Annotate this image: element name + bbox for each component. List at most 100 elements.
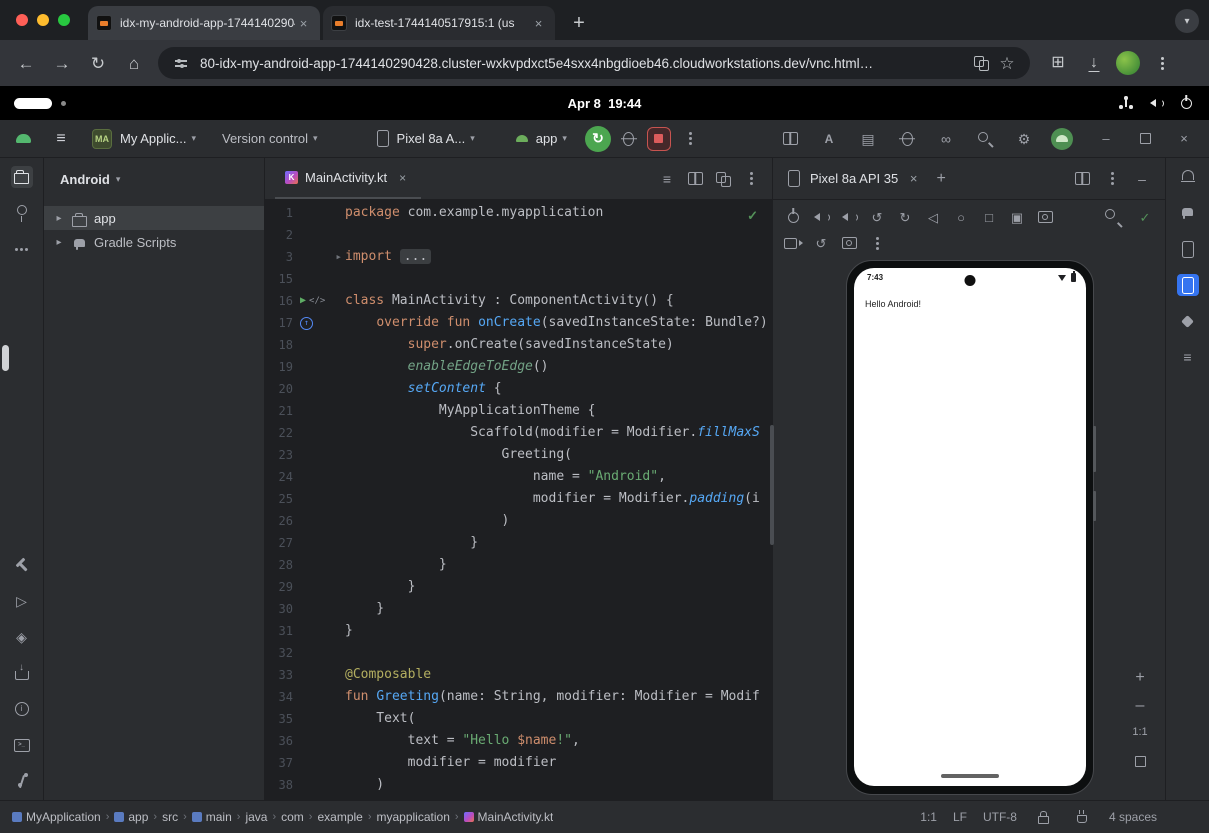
code-line-37[interactable]: 37 modifier = modifier bbox=[265, 752, 772, 774]
breadcrumb-src[interactable]: src bbox=[162, 810, 178, 824]
browser-tab-1[interactable]: idx-my-android-app-1744140290428 × bbox=[88, 6, 320, 40]
profile-avatar[interactable] bbox=[1116, 51, 1140, 75]
reload-icon[interactable]: ↻ bbox=[82, 47, 114, 79]
encoding[interactable]: UTF-8 bbox=[983, 810, 1017, 824]
breadcrumb-app[interactable]: app bbox=[114, 810, 148, 824]
expand-icon[interactable]: ▸ bbox=[54, 237, 64, 248]
plug-icon[interactable] bbox=[1071, 806, 1093, 828]
project-selector[interactable]: My Applic...▾ bbox=[120, 131, 196, 146]
code-line-19[interactable]: 19 enableEdgeToEdge() bbox=[265, 356, 772, 378]
close-button[interactable]: × bbox=[1173, 128, 1195, 150]
code-line-32[interactable]: 32 bbox=[265, 642, 772, 664]
code-line-18[interactable]: 18 super.onCreate(savedInstanceState) bbox=[265, 334, 772, 356]
vcs-selector[interactable]: Version control▾ bbox=[222, 131, 318, 146]
code-line-21[interactable]: 21 MyApplicationTheme { bbox=[265, 400, 772, 422]
new-tab-button[interactable]: + bbox=[565, 9, 593, 37]
structure-icon[interactable]: ≡ bbox=[1177, 346, 1199, 368]
browser-tab-2[interactable]: idx-test-1744140517915:1 (us × bbox=[323, 6, 555, 40]
snapshot-icon[interactable] bbox=[837, 231, 861, 255]
layout-options-icon[interactable] bbox=[1071, 168, 1093, 190]
expand-icon[interactable]: ▸ bbox=[54, 213, 64, 224]
build-icon[interactable] bbox=[11, 662, 33, 684]
back-icon[interactable]: ← bbox=[10, 47, 42, 79]
more-actions-icon[interactable] bbox=[680, 128, 702, 150]
settings-icon[interactable]: ⚙ bbox=[1013, 128, 1035, 150]
rotate-right-icon[interactable]: ↻ bbox=[893, 205, 917, 229]
device-mirroring-icon[interactable]: ∞ bbox=[935, 128, 957, 150]
logcat-icon[interactable]: ▤ bbox=[857, 128, 879, 150]
code-line-25[interactable]: 25 modifier = Modifier.padding(i bbox=[265, 488, 772, 510]
device-manager-icon[interactable] bbox=[1177, 238, 1199, 260]
close-tab-icon[interactable]: × bbox=[905, 170, 922, 187]
live-edit-icon[interactable]: A bbox=[818, 128, 840, 150]
breadcrumb-main[interactable]: main bbox=[192, 810, 232, 824]
code-line-3[interactable]: 3▸import ... bbox=[265, 246, 772, 268]
code-line-23[interactable]: 23 Greeting( bbox=[265, 444, 772, 466]
zoom-out-button[interactable]: – bbox=[1136, 698, 1145, 714]
readonly-icon[interactable] bbox=[1033, 806, 1055, 828]
editor-list-icon[interactable]: ≡ bbox=[656, 168, 678, 190]
code-line-16[interactable]: 16▶</>class MainActivity : ComponentActi… bbox=[265, 290, 772, 312]
code-line-36[interactable]: 36 text = "Hello $name!", bbox=[265, 730, 772, 752]
project-view-selector[interactable]: Android ▾ bbox=[44, 158, 264, 200]
more-icon[interactable] bbox=[740, 168, 762, 190]
minimize-button[interactable]: – bbox=[1095, 128, 1117, 150]
preview-gutter-icon[interactable]: </> bbox=[309, 290, 325, 312]
tree-item-app[interactable]: ▸app bbox=[44, 206, 264, 230]
close-button[interactable] bbox=[16, 14, 28, 26]
breadcrumb-com[interactable]: com bbox=[281, 810, 304, 824]
indent-style[interactable]: 4 spaces bbox=[1109, 810, 1157, 824]
run-gutter-icon[interactable]: ▶ bbox=[300, 290, 306, 312]
tree-item-gradle-scripts[interactable]: ▸Gradle Scripts bbox=[44, 230, 264, 254]
problems-icon[interactable] bbox=[11, 698, 33, 720]
fold-region-icon[interactable]: ▸ bbox=[335, 246, 342, 268]
forward-icon[interactable]: → bbox=[46, 47, 78, 79]
more-tool-windows-icon[interactable] bbox=[11, 238, 33, 260]
maximize-button[interactable] bbox=[1134, 128, 1156, 150]
override-gutter-icon[interactable]: ↑ bbox=[300, 317, 313, 330]
more-icon[interactable] bbox=[1101, 168, 1123, 190]
home-icon[interactable]: ⌂ bbox=[118, 47, 150, 79]
breadcrumb-myapplication[interactable]: MyApplication bbox=[12, 810, 101, 824]
build-variants-icon[interactable] bbox=[11, 554, 33, 576]
commit-icon[interactable] bbox=[11, 202, 33, 224]
code-line-29[interactable]: 29 } bbox=[265, 576, 772, 598]
editor-tab-mainactivity[interactable]: K MainActivity.kt × bbox=[275, 158, 421, 199]
code-line-17[interactable]: 17↑ override fun onCreate(savedInstanceS… bbox=[265, 312, 772, 334]
code-line-31[interactable]: 31} bbox=[265, 620, 772, 642]
site-info-icon[interactable] bbox=[170, 52, 192, 74]
breadcrumb-example[interactable]: example bbox=[317, 810, 362, 824]
debug-button[interactable] bbox=[618, 128, 640, 150]
code-line-24[interactable]: 24 name = "Android", bbox=[265, 466, 772, 488]
code-line-2[interactable]: 2 bbox=[265, 224, 772, 246]
zoom-mode-icon[interactable] bbox=[1101, 205, 1125, 229]
minimize-button[interactable] bbox=[37, 14, 49, 26]
stop-button[interactable] bbox=[647, 127, 671, 151]
add-device-button[interactable]: + bbox=[930, 168, 952, 190]
emulator-screen[interactable]: 7:43 Hello Android! bbox=[854, 268, 1086, 786]
volume-up-icon[interactable] bbox=[809, 205, 833, 229]
snapshot-restore-icon[interactable]: ↺ bbox=[809, 231, 833, 255]
zoom-fit-button[interactable] bbox=[1129, 750, 1151, 772]
running-devices-icon[interactable] bbox=[1177, 274, 1199, 296]
screen-record-icon[interactable] bbox=[781, 231, 805, 255]
tab-search-button[interactable]: ▾ bbox=[1175, 9, 1199, 33]
home-icon[interactable]: ○ bbox=[949, 205, 973, 229]
code-area[interactable]: 1package com.example.myapplication23▸imp… bbox=[265, 200, 772, 800]
rotate-left-icon[interactable]: ↺ bbox=[865, 205, 889, 229]
code-line-26[interactable]: 26 ) bbox=[265, 510, 772, 532]
device-tab[interactable]: Pixel 8a API 35 × bbox=[785, 170, 922, 188]
search-everywhere-icon[interactable] bbox=[974, 128, 996, 150]
device-explorer-icon[interactable]: ◈ bbox=[11, 626, 33, 648]
line-separator[interactable]: LF bbox=[953, 810, 967, 824]
run-config-selector[interactable]: app▾ bbox=[513, 130, 567, 148]
zoom-in-button[interactable]: + bbox=[1135, 670, 1144, 686]
close-tab-icon[interactable]: × bbox=[530, 15, 547, 32]
back-icon[interactable]: ◁ bbox=[921, 205, 945, 229]
terminal-icon[interactable] bbox=[11, 734, 33, 756]
project-icon[interactable] bbox=[11, 166, 33, 188]
tool-window-handle[interactable] bbox=[2, 345, 9, 371]
code-line-30[interactable]: 30 } bbox=[265, 598, 772, 620]
browser-menu-icon[interactable] bbox=[1148, 49, 1176, 77]
overview-icon[interactable]: □ bbox=[977, 205, 1001, 229]
